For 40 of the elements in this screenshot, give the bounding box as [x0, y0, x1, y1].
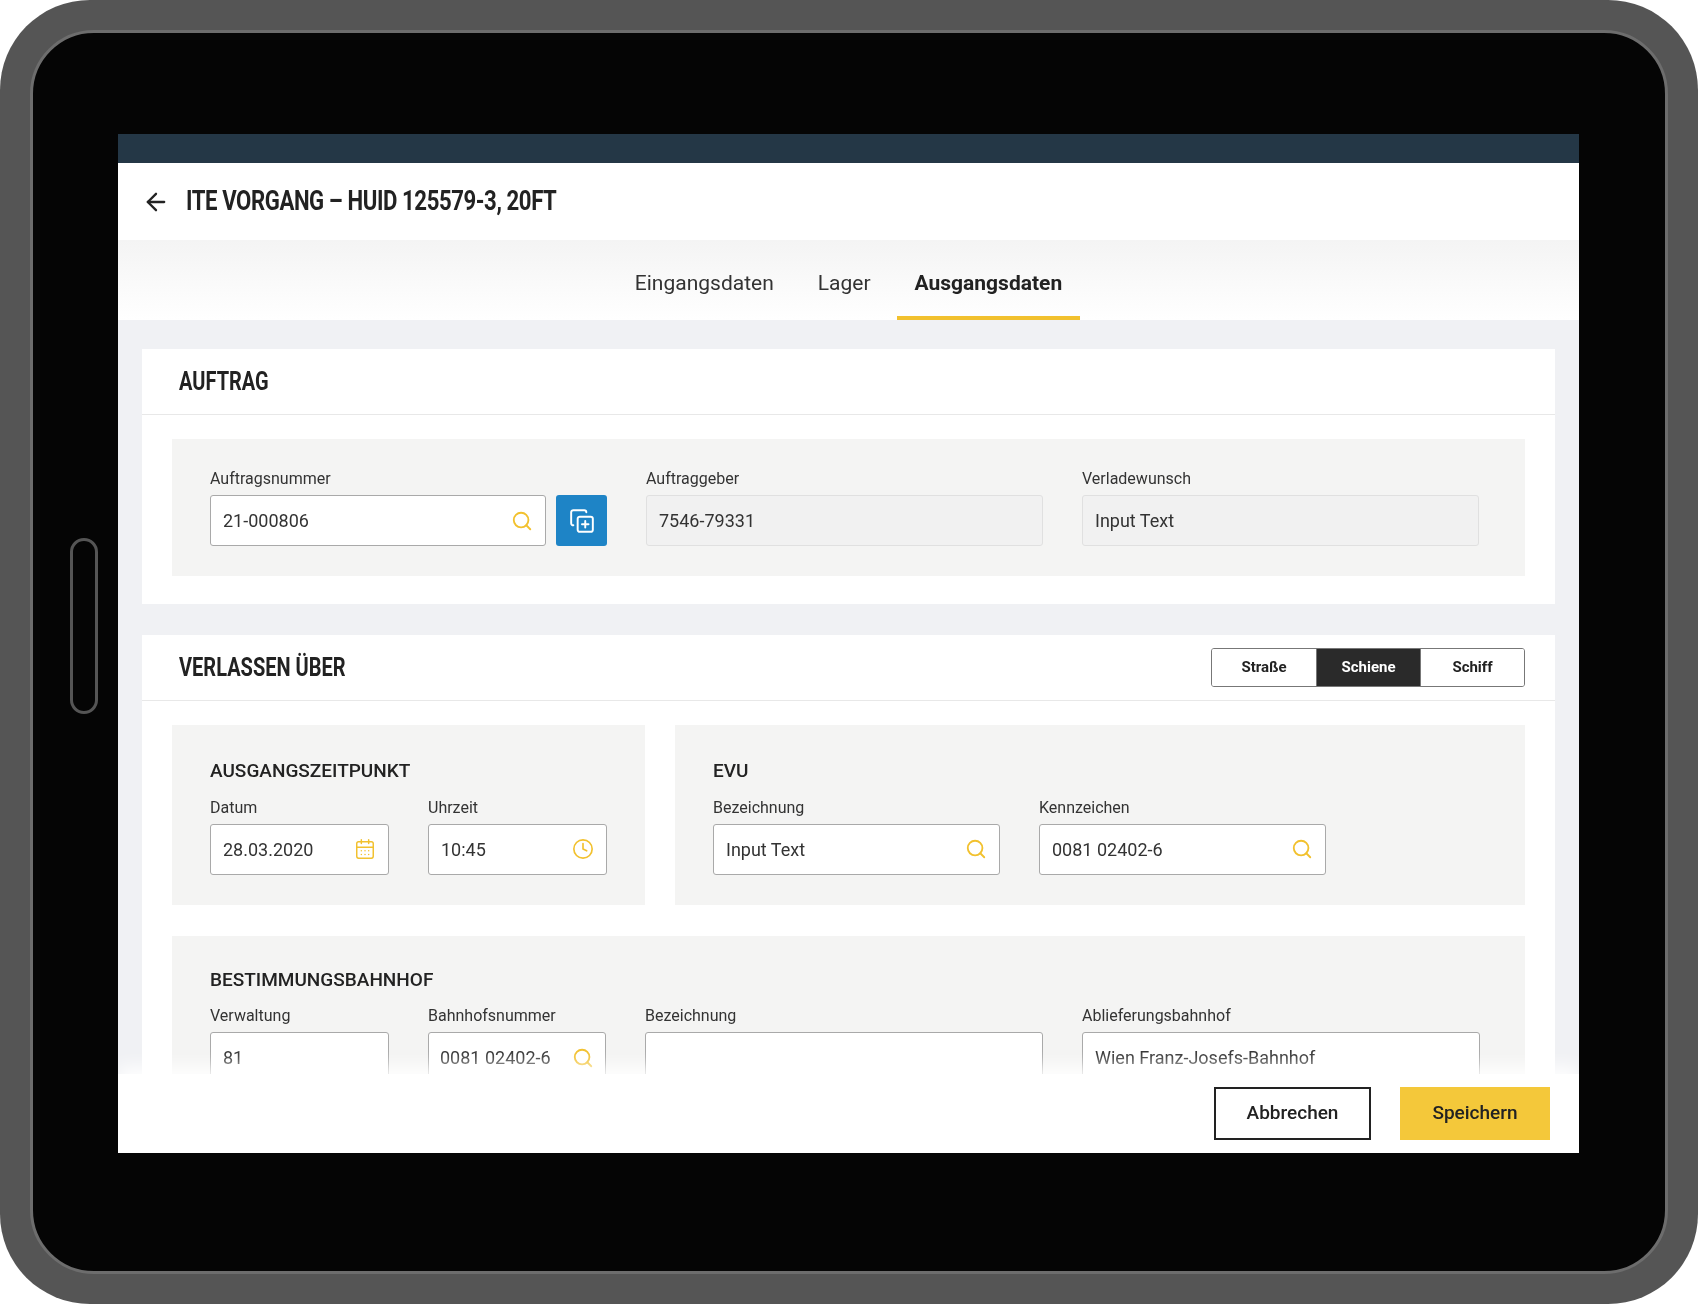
mode-option[interactable]: Schiene	[1316, 649, 1420, 686]
input-field[interactable]: 28.03.2020	[210, 823, 389, 875]
field-label: Kennzeichen	[1039, 797, 1131, 818]
input-field[interactable]: Input Text	[713, 823, 1000, 875]
section-title: AUFTRAG	[179, 365, 269, 398]
field-label: Ablieferungsbahnhof	[1082, 1006, 1232, 1026]
input-field[interactable]: 10:45	[428, 823, 607, 875]
page-title: ITE VORGANG – HUID 125579-3, 20FT	[186, 184, 557, 220]
field-label: Verwaltung	[210, 1006, 292, 1026]
field-label: Auftraggeber	[646, 469, 741, 489]
copy-plus-icon	[568, 507, 595, 534]
field-label: Datum	[210, 797, 259, 818]
input-field[interactable]: Wien Franz-Josefs-Bahnhof	[1082, 1032, 1480, 1074]
search-icon[interactable]	[965, 838, 987, 860]
calendar-icon[interactable]	[354, 838, 376, 860]
input-field[interactable]: 81	[210, 1032, 389, 1074]
group-title: BESTIMMUNGSBAHNHOF	[210, 966, 435, 993]
save-button[interactable]: Speichern	[1400, 1087, 1550, 1140]
input-field[interactable]	[645, 1032, 1043, 1074]
group-title: EVU	[713, 758, 750, 784]
mode-option[interactable]: Schiff	[1420, 649, 1524, 686]
group-title: AUSGANGSZEITPUNKT	[210, 758, 412, 784]
tab[interactable]: Eingangsdaten	[616, 240, 792, 320]
field-label: Bezeichnung	[713, 797, 806, 818]
field-label: Auftragsnummer	[210, 469, 332, 489]
search-icon[interactable]	[511, 509, 533, 532]
field-label: Verladewunsch	[1082, 469, 1192, 489]
clock-icon[interactable]	[572, 838, 594, 860]
field-label: Bahnhofsnummer	[428, 1006, 557, 1026]
section-title: VERLASSEN ÜBER	[179, 651, 346, 684]
input-field[interactable]: 0081 02402-6	[428, 1032, 606, 1074]
tab[interactable]: Lager	[799, 240, 889, 320]
cancel-button[interactable]: Abbrechen	[1214, 1087, 1371, 1140]
field-label: Bezeichnung	[645, 1006, 738, 1026]
input-field[interactable]: 21-000806	[210, 495, 546, 546]
field-label: Uhrzeit	[428, 797, 480, 818]
add-button[interactable]	[556, 495, 607, 546]
input-field[interactable]: 0081 02402-6	[1039, 823, 1326, 875]
search-icon[interactable]	[1291, 838, 1313, 860]
search-icon[interactable]	[572, 1046, 594, 1069]
